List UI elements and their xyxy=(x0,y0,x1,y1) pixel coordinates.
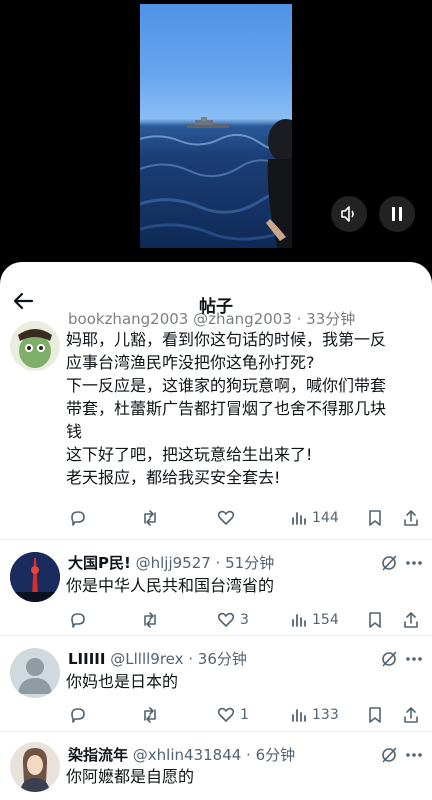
author-line: LIIIII @Lllll9rex · 36分钟 xyxy=(68,648,247,669)
repost-icon xyxy=(144,612,156,628)
avatar-image xyxy=(10,742,60,792)
like-button[interactable]: 1 xyxy=(216,702,249,728)
author-line: 染指流年 @xhlin431844 · 6分钟 xyxy=(68,744,295,765)
share-icon xyxy=(404,612,418,628)
post-text-line: 应事台湾渔民咋没把你这龟孙打死? xyxy=(66,353,315,372)
post-text-line: 你是中华人民共和国台湾省的 xyxy=(66,576,275,595)
reply-post[interactable]: LIIIII @Lllll9rex · 36分钟 你妈也是日本的 1 133 xyxy=(0,636,432,730)
pause-icon xyxy=(392,207,402,221)
views-count: 144 xyxy=(312,510,339,526)
share-button[interactable] xyxy=(402,505,420,531)
bookmark-icon xyxy=(369,612,381,628)
post-text-line: 这下好了吧，把这玩意给生出来了! xyxy=(66,445,313,464)
repost-button[interactable] xyxy=(140,607,160,633)
post-text: 妈耶，儿豁，看到你这句话的时候，我第一反 应事台湾渔民咋没把你这龟孙打死? 下一… xyxy=(66,328,422,489)
author-name[interactable]: LIIIII xyxy=(68,650,105,668)
repost-button[interactable] xyxy=(140,702,160,728)
views-count: 154 xyxy=(312,612,339,628)
avatar[interactable] xyxy=(10,742,60,792)
post-text-line: 老天报应，都给我买安全套去! xyxy=(66,468,281,487)
more-icon[interactable] xyxy=(404,554,424,572)
action-bar: 144 xyxy=(60,505,432,531)
grok-icon[interactable] xyxy=(380,746,398,764)
views-icon xyxy=(292,512,306,525)
reply-post[interactable]: 染指流年 @xhlin431844 · 6分钟 你阿嬷都是自愿的 xyxy=(0,732,432,800)
avatar-image xyxy=(10,321,60,371)
views-icon xyxy=(292,709,306,722)
repost-icon xyxy=(144,510,156,526)
repost-icon xyxy=(144,707,156,723)
reply-icon xyxy=(71,708,85,723)
share-button[interactable] xyxy=(402,702,420,728)
pause-button[interactable] xyxy=(379,196,415,232)
post-text: 你阿嬷都是自愿的 xyxy=(66,765,422,788)
author-name[interactable]: 染指流年 xyxy=(68,746,128,764)
author-line: 大国P民! @hljj9527 · 51分钟 xyxy=(68,552,274,573)
bookmark-button[interactable] xyxy=(366,607,384,633)
post-sheet: 帖子 bookzhang2003 @zhang2003 · 33分钟 妈耶，儿豁… xyxy=(0,262,432,800)
avatar[interactable] xyxy=(10,648,60,698)
reply-button[interactable] xyxy=(68,607,88,633)
post-text-line: 你妈也是日本的 xyxy=(66,672,179,691)
repost-button[interactable] xyxy=(140,505,160,531)
post-text: 你是中华人民共和国台湾省的 xyxy=(66,574,422,597)
post-text-line: 妈耶，儿豁，看到你这句话的时候，我第一反 xyxy=(66,330,387,349)
share-icon xyxy=(404,510,418,526)
volume-icon xyxy=(341,206,354,222)
reply-icon xyxy=(71,511,85,526)
views-button[interactable]: 133 xyxy=(290,702,339,728)
post-text-line: 带套，杜蕾斯广告都打冒烟了也舍不得那几块 xyxy=(66,399,387,418)
post-text-line: 你阿嬷都是自愿的 xyxy=(66,767,195,786)
like-count: 3 xyxy=(240,612,249,628)
avatar[interactable] xyxy=(10,552,60,602)
volume-button[interactable] xyxy=(331,196,367,232)
share-button[interactable] xyxy=(402,607,420,633)
author-name[interactable]: 大国P民! xyxy=(68,554,131,572)
reply-button[interactable] xyxy=(68,505,88,531)
heart-icon xyxy=(217,612,235,627)
reply-button[interactable] xyxy=(68,702,88,728)
views-icon xyxy=(292,614,306,627)
author-name-line: bookzhang2003 @zhang2003 · 33分钟 xyxy=(68,310,356,328)
bookmark-icon xyxy=(369,707,381,723)
author-handle[interactable]: @xhlin431844 · 6分钟 xyxy=(133,746,295,764)
avatar[interactable] xyxy=(10,321,60,371)
author-handle[interactable]: @Lllll9rex · 36分钟 xyxy=(110,650,247,668)
reply-post[interactable]: bookzhang2003 @zhang2003 · 33分钟 妈耶，儿豁，看到… xyxy=(0,310,432,540)
bookmark-button[interactable] xyxy=(366,505,384,531)
more-icon[interactable] xyxy=(404,650,424,668)
reply-icon xyxy=(71,613,85,628)
bookmark-icon xyxy=(369,510,381,526)
views-button[interactable]: 154 xyxy=(290,607,339,633)
post-text-line: 下一反应是，这谁家的狗玩意啊，喊你们带套 xyxy=(66,376,387,395)
default-avatar-icon xyxy=(10,648,60,698)
like-count: 1 xyxy=(240,707,249,723)
action-bar: 1 133 xyxy=(60,702,432,728)
views-count: 133 xyxy=(312,707,339,723)
ship-image xyxy=(187,117,229,128)
action-bar: 3 154 xyxy=(60,607,432,633)
like-button[interactable] xyxy=(216,505,236,531)
post-text: 你妈也是日本的 xyxy=(66,670,422,693)
bookmark-button[interactable] xyxy=(366,702,384,728)
like-button[interactable]: 3 xyxy=(216,607,249,633)
person-silhouette xyxy=(266,119,292,248)
reply-post[interactable]: 大国P民! @hljj9527 · 51分钟 你是中华人民共和国台湾省的 3 1… xyxy=(0,540,432,634)
post-text-line: 钱 xyxy=(66,422,83,441)
video-player[interactable] xyxy=(0,0,432,262)
avatar-image xyxy=(10,552,60,602)
heart-icon xyxy=(217,707,235,722)
heart-icon xyxy=(217,510,235,525)
video-frame[interactable] xyxy=(140,4,292,248)
views-button[interactable]: 144 xyxy=(290,505,339,531)
grok-icon[interactable] xyxy=(380,650,398,668)
share-icon xyxy=(404,707,418,723)
author-handle[interactable]: @hljj9527 · 51分钟 xyxy=(136,554,275,572)
grok-icon[interactable] xyxy=(380,554,398,572)
more-icon[interactable] xyxy=(404,746,424,764)
